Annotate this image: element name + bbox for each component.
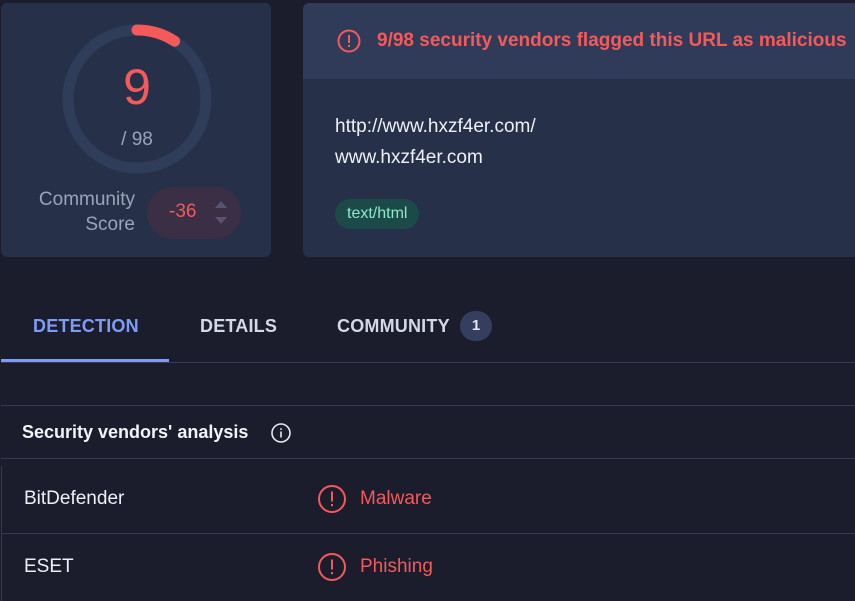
info-icon[interactable] bbox=[270, 422, 292, 444]
section-title: Security vendors' analysis bbox=[22, 422, 249, 442]
tab-bar: DETECTION DETAILS COMMUNITY 1 bbox=[1, 290, 855, 363]
detection-count: 9 bbox=[123, 59, 151, 115]
community-score-pill: -36 bbox=[147, 187, 241, 239]
vote-down-icon[interactable] bbox=[215, 217, 227, 224]
alert-circle-icon bbox=[318, 485, 346, 513]
malicious-alert-bar: 9/98 security vendors flagged this URL a… bbox=[303, 3, 855, 79]
vendor-name: ESET bbox=[24, 556, 74, 577]
url-full[interactable]: http://www.hxzf4er.com/ bbox=[335, 116, 536, 138]
url-info-card: 9/98 security vendors flagged this URL a… bbox=[303, 3, 855, 257]
table-row: BitDefender Malware bbox=[1, 466, 855, 534]
vendor-verdict: Phishing bbox=[360, 556, 433, 577]
alert-circle-icon bbox=[337, 29, 361, 53]
alert-circle-icon bbox=[318, 553, 346, 581]
content-type-tag[interactable]: text/html bbox=[335, 199, 420, 229]
vendor-verdict: Malware bbox=[360, 488, 432, 509]
community-count-badge: 1 bbox=[460, 311, 492, 341]
score-card: 9 / 98 Community Score -36 bbox=[1, 3, 271, 257]
tab-detection[interactable]: DETECTION bbox=[33, 290, 139, 362]
url-domain[interactable]: www.hxzf4er.com bbox=[335, 147, 483, 169]
detection-total: / 98 bbox=[121, 129, 153, 150]
tab-community[interactable]: COMMUNITY bbox=[337, 290, 450, 362]
vote-up-icon[interactable] bbox=[215, 201, 227, 208]
community-score-value: -36 bbox=[169, 201, 197, 222]
detection-gauge: 9 / 98 bbox=[59, 21, 215, 177]
community-score-label-text: Community Score bbox=[38, 189, 135, 235]
tab-details[interactable]: DETAILS bbox=[200, 290, 277, 362]
table-row: ESET Phishing bbox=[1, 534, 855, 601]
community-score-label: Community Score bbox=[25, 187, 135, 237]
alert-text: 9/98 security vendors flagged this URL a… bbox=[377, 30, 847, 51]
active-tab-indicator bbox=[1, 359, 169, 362]
vendor-name: BitDefender bbox=[24, 488, 125, 509]
vendors-analysis-header: Security vendors' analysis bbox=[1, 405, 855, 459]
